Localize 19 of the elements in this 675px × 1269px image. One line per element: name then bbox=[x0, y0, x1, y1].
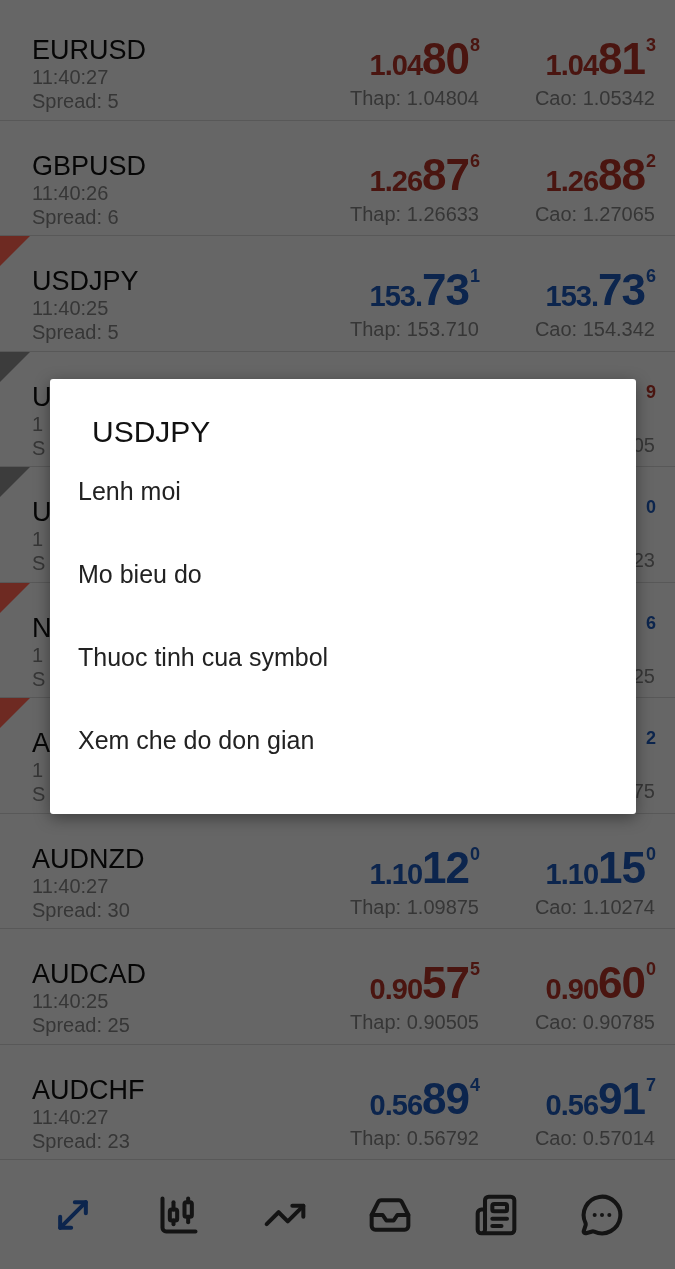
ask-price: 2 bbox=[646, 728, 655, 748]
symbol-name: USDJPY bbox=[32, 266, 139, 296]
symbol-name: EURUSD bbox=[32, 35, 146, 65]
symbol-name: U bbox=[32, 381, 52, 412]
menu-item[interactable]: Xem che do don gian bbox=[50, 726, 636, 809]
ask-price: 6 bbox=[646, 612, 655, 633]
symbol-name: GBPUSD bbox=[32, 150, 147, 181]
symbol-name: U bbox=[32, 497, 52, 527]
ask-price: 0 bbox=[646, 497, 655, 517]
symbol-name: N bbox=[32, 612, 52, 643]
menu-item[interactable]: Mo bieu do bbox=[50, 560, 636, 643]
symbol-name: AUDCHF bbox=[32, 1074, 145, 1105]
ask-price: 9 bbox=[646, 381, 655, 402]
dialog-title: USDJPY bbox=[92, 415, 212, 449]
symbol-name: AUDNZD bbox=[32, 843, 145, 874]
menu-item[interactable]: Thuoc tinh cua symbol bbox=[50, 643, 636, 726]
symbol-name: AUDCAD bbox=[32, 959, 146, 989]
symbol-name: A bbox=[32, 728, 50, 758]
menu-item[interactable]: Lenh moi bbox=[50, 477, 636, 560]
